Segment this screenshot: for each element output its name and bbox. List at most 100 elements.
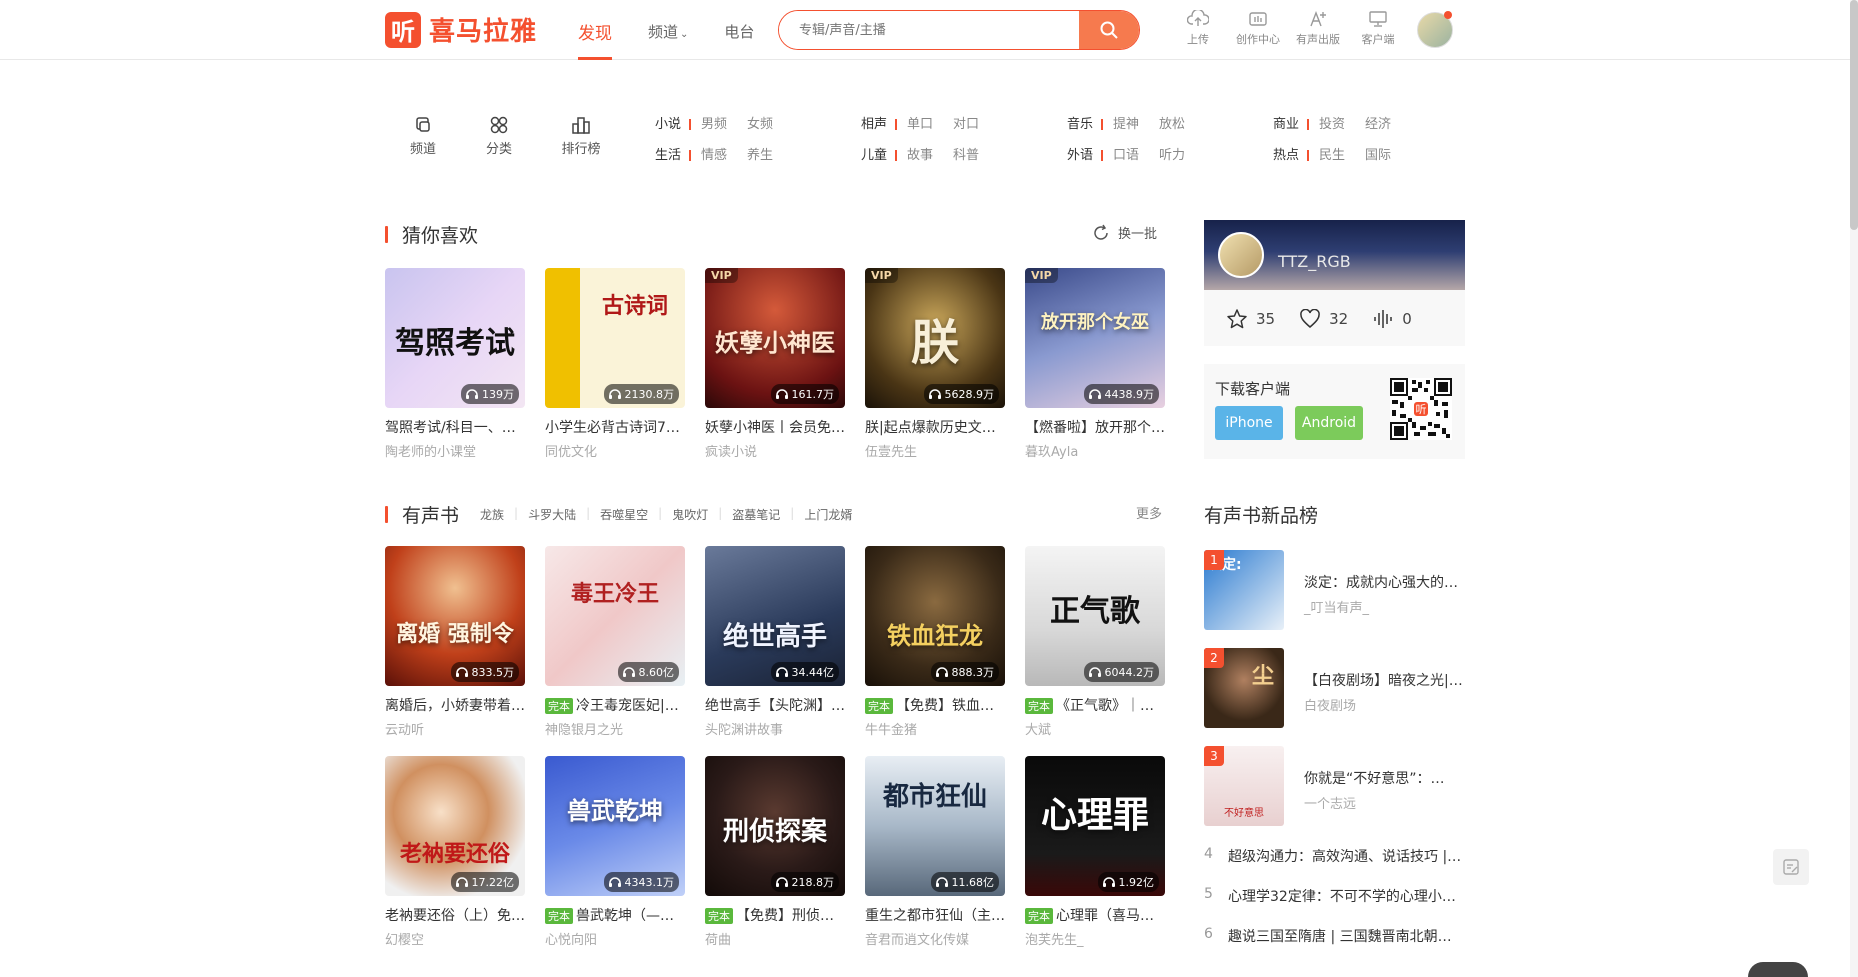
cat-sub[interactable]: 经济 — [1365, 113, 1391, 132]
album-author[interactable]: 同优文化 — [545, 441, 685, 460]
album-cover[interactable]: 古诗词 2130.8万 — [545, 268, 685, 408]
tag-link[interactable]: 盗墓笔记 — [732, 506, 780, 523]
album-author[interactable]: 暮玖Ayla — [1025, 441, 1165, 460]
album-author[interactable]: 音君而逍文化传媒 — [865, 929, 1005, 948]
ranking-list-item[interactable]: 5 心理学32定律：不可不学的心理小… — [1204, 886, 1465, 906]
cat-sub[interactable]: 国际 — [1365, 144, 1391, 163]
tag-link[interactable]: 斗罗大陆 — [528, 506, 576, 523]
cat-title[interactable]: 外语 — [1067, 144, 1101, 163]
album-card[interactable]: 离婚 强制令 833.5万 离婚后，小娇妻带着… 云动听 — [385, 546, 525, 738]
album-name[interactable]: 离婚后，小娇妻带着… — [385, 695, 525, 715]
tag-link[interactable]: 上门龙婿 — [804, 506, 852, 523]
album-author[interactable]: 幻樱空 — [385, 929, 525, 948]
profile-username[interactable]: TTZ_RGB — [1278, 252, 1351, 271]
nav-radio[interactable]: 电台 — [724, 0, 754, 60]
client-tool[interactable]: 客户端 — [1348, 8, 1408, 47]
search-input[interactable] — [779, 11, 1079, 49]
cat-title[interactable]: 相声 — [861, 113, 895, 132]
ranking-name[interactable]: 【白夜剧场】暗夜之光|… — [1304, 670, 1465, 690]
ranking-author[interactable]: 白夜剧场 — [1304, 695, 1356, 714]
cat-title[interactable]: 生活 — [655, 144, 689, 163]
ranking-entry[interactable]: 排行榜 — [551, 115, 611, 157]
feedback-button[interactable] — [1773, 849, 1809, 885]
album-author[interactable]: 大斌 — [1025, 719, 1165, 738]
stat-tracks[interactable]: 0 — [1372, 308, 1412, 330]
album-cover[interactable]: 驾照考试 139万 — [385, 268, 525, 408]
album-name[interactable]: 完本 《正气歌》｜… — [1025, 695, 1165, 715]
album-name[interactable]: 完本 【免费】铁血… — [865, 695, 1005, 715]
album-name[interactable]: 重生之都市狂仙（主… — [865, 905, 1005, 925]
page-scrollbar[interactable] — [1850, 0, 1858, 977]
ranking-item[interactable]: 尘 2 【白夜剧场】暗夜之光|… 白夜剧场 — [1204, 648, 1465, 728]
album-author[interactable]: 荷曲 — [705, 929, 845, 948]
album-name[interactable]: 完本 心理罪（喜马… — [1025, 905, 1165, 925]
album-cover[interactable]: VIP 放开那个女巫 4438.9万 — [1025, 268, 1165, 408]
scrollbar-thumb[interactable] — [1850, 0, 1858, 230]
ranking-name[interactable]: 你就是“不好意思”：… — [1304, 768, 1465, 788]
album-card[interactable]: 老衲要还俗 17.22亿 老衲要还俗（上）免… 幻樱空 — [385, 756, 525, 948]
cat-sub[interactable]: 情感 — [701, 144, 727, 163]
cat-sub[interactable]: 科普 — [953, 144, 979, 163]
search-button[interactable] — [1079, 11, 1139, 49]
creator-center-tool[interactable]: 创作中心 — [1228, 8, 1288, 47]
android-download-button[interactable]: Android — [1295, 406, 1363, 440]
nav-discover[interactable]: 发现 — [578, 0, 612, 60]
cat-title[interactable]: 商业 — [1273, 113, 1307, 132]
cat-sub[interactable]: 提神 — [1113, 113, 1139, 132]
album-name[interactable]: 绝世高手【头陀渊】… — [705, 695, 845, 715]
nav-channel[interactable]: 频道 ⌄ — [648, 0, 688, 60]
ranking-author[interactable]: 一个志远 — [1304, 793, 1356, 812]
back-to-top-button[interactable] — [1748, 962, 1808, 977]
channel-entry[interactable]: 频道 — [393, 115, 453, 157]
album-name[interactable]: 完本 兽武乾坤（—… — [545, 905, 685, 925]
album-cover[interactable]: 离婚 强制令 833.5万 — [385, 546, 525, 686]
album-name[interactable]: 老衲要还俗（上）免… — [385, 905, 525, 925]
stat-likes[interactable]: 32 — [1299, 308, 1348, 330]
cat-sub[interactable]: 民生 — [1319, 144, 1345, 163]
tag-link[interactable]: 鬼吹灯 — [672, 506, 708, 523]
ranking-name[interactable]: 淡定：成就内心强大的… — [1304, 572, 1465, 592]
album-card[interactable]: 驾照考试 139万 驾照考试/科目一、… 陶老师的小课堂 — [385, 268, 525, 460]
upload-tool[interactable]: 上传 — [1168, 8, 1228, 47]
album-author[interactable]: 陶老师的小课堂 — [385, 441, 525, 460]
album-card[interactable]: 刑侦探案 218.8万 完本 【免费】刑侦… 荷曲 — [705, 756, 845, 948]
album-name[interactable]: 小学生必背古诗词7… — [545, 417, 685, 437]
album-card[interactable]: 毒王冷王 8.60亿 完本 冷王毒宠医妃|… 神隐银月之光 — [545, 546, 685, 738]
audio-publish-tool[interactable]: 有声出版 — [1288, 8, 1348, 47]
tag-link[interactable]: 吞噬星空 — [600, 506, 648, 523]
cat-title[interactable]: 小说 — [655, 113, 689, 132]
album-cover[interactable]: 老衲要还俗 17.22亿 — [385, 756, 525, 896]
album-cover[interactable]: 毒王冷王 8.60亿 — [545, 546, 685, 686]
album-card[interactable]: 古诗词 2130.8万 小学生必背古诗词7… 同优文化 — [545, 268, 685, 460]
album-author[interactable]: 头陀渊讲故事 — [705, 719, 845, 738]
ranking-cover[interactable]: 淡定: 1 — [1204, 550, 1284, 630]
album-cover[interactable]: 兽武乾坤 4343.1万 — [545, 756, 685, 896]
album-card[interactable]: VIP 朕 5628.9万 朕|起点爆款历史文… 伍壹先生 — [865, 268, 1005, 460]
cat-sub[interactable]: 口语 — [1113, 144, 1139, 163]
cat-sub[interactable]: 投资 — [1319, 113, 1345, 132]
album-cover[interactable]: 正气歌 6044.2万 — [1025, 546, 1165, 686]
profile-avatar[interactable] — [1218, 232, 1264, 278]
cat-title[interactable]: 音乐 — [1067, 113, 1101, 132]
album-name[interactable]: 朕|起点爆款历史文… — [865, 417, 1005, 437]
album-name[interactable]: 妖孽小神医丨会员免… — [705, 417, 845, 437]
ranking-item[interactable]: 不好意思 3 你就是“不好意思”：… 一个志远 — [1204, 746, 1465, 826]
ranking-cover[interactable]: 不好意思 3 — [1204, 746, 1284, 826]
album-author[interactable]: 神隐银月之光 — [545, 719, 685, 738]
album-name[interactable]: 完本 冷王毒宠医妃|… — [545, 695, 685, 715]
iphone-download-button[interactable]: iPhone — [1215, 406, 1283, 440]
album-cover[interactable]: 绝世高手 34.44亿 — [705, 546, 845, 686]
ranking-item[interactable]: 淡定: 1 淡定：成就内心强大的… _叮当有声_ — [1204, 550, 1465, 630]
cat-title[interactable]: 热点 — [1273, 144, 1307, 163]
cat-title[interactable]: 儿童 — [861, 144, 895, 163]
cat-sub[interactable]: 女频 — [747, 113, 773, 132]
album-author[interactable]: 伍壹先生 — [865, 441, 1005, 460]
album-cover[interactable]: 铁血狂龙 888.3万 — [865, 546, 1005, 686]
cat-sub[interactable]: 男频 — [701, 113, 727, 132]
cat-sub[interactable]: 放松 — [1159, 113, 1185, 132]
cat-sub[interactable]: 养生 — [747, 144, 773, 163]
tag-link[interactable]: 龙族 — [480, 506, 504, 523]
cat-sub[interactable]: 对口 — [953, 113, 979, 132]
album-author[interactable]: 泡芙先生_ — [1025, 929, 1165, 948]
cat-sub[interactable]: 故事 — [907, 144, 933, 163]
